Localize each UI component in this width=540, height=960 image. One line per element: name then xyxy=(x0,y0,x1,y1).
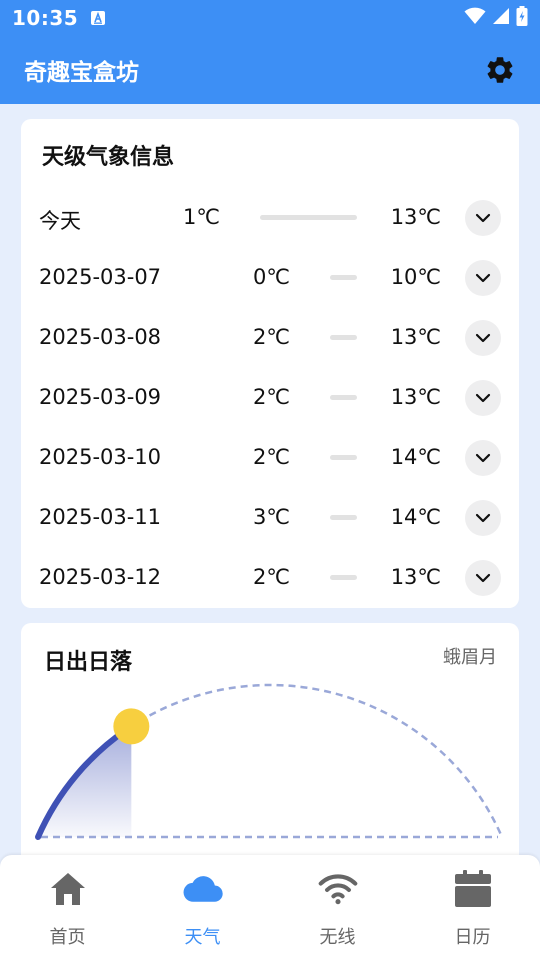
nav-item-home[interactable]: 首页 xyxy=(0,855,135,960)
forecast-date: 2025-03-10 xyxy=(39,445,162,469)
gear-icon xyxy=(487,57,513,83)
temperature-range-bar xyxy=(330,275,357,280)
status-time: 10:35 xyxy=(12,6,79,30)
forecast-date: 2025-03-12 xyxy=(39,565,162,589)
expand-button[interactable] xyxy=(465,200,501,236)
forecast-date: 今天 xyxy=(39,209,81,233)
app-bar: 奇趣宝盒坊 xyxy=(0,36,540,104)
forecast-title: 天级气象信息 xyxy=(42,145,175,170)
nav-label: 天气 xyxy=(184,927,221,948)
forecast-row-today[interactable]: 今天 1℃ 13℃ xyxy=(21,188,519,248)
chevron-down-icon xyxy=(475,333,491,343)
expand-button[interactable] xyxy=(465,440,501,476)
forecast-low: 2℃ xyxy=(253,565,290,589)
forecast-date: 2025-03-07 xyxy=(39,265,162,289)
chevron-down-icon xyxy=(475,273,491,283)
temperature-range-bar xyxy=(330,515,357,520)
forecast-card: 天级气象信息 今天 1℃ 13℃ 2025-03-07 0℃ 10℃ 2025-… xyxy=(21,119,519,608)
nav-label: 无线 xyxy=(319,927,356,948)
calendar-icon xyxy=(453,869,493,909)
sunrise-sunset-card: 日出日落 蛾眉月 xyxy=(21,623,519,883)
expand-button[interactable] xyxy=(465,380,501,416)
sun-elapsed-area xyxy=(38,726,132,837)
forecast-row[interactable]: 2025-03-07 0℃ 10℃ xyxy=(21,248,519,308)
forecast-high: 13℃ xyxy=(390,205,441,229)
forecast-row[interactable]: 2025-03-09 2℃ 13℃ xyxy=(21,368,519,428)
nav-item-wireless[interactable]: 无线 xyxy=(270,855,405,960)
forecast-high: 13℃ xyxy=(390,385,441,409)
app-title: 奇趣宝盒坊 xyxy=(24,60,139,86)
temperature-range-bar xyxy=(260,215,357,220)
forecast-low: 3℃ xyxy=(253,505,290,529)
forecast-low: 1℃ xyxy=(183,205,220,229)
forecast-low: 2℃ xyxy=(253,385,290,409)
forecast-date: 2025-03-09 xyxy=(39,385,162,409)
forecast-row[interactable]: 2025-03-11 3℃ 14℃ xyxy=(21,488,519,548)
forecast-high: 14℃ xyxy=(390,505,441,529)
forecast-row[interactable]: 2025-03-08 2℃ 13℃ xyxy=(21,308,519,368)
nav-item-calendar[interactable]: 日历 xyxy=(405,855,540,960)
sun-arc-diagram xyxy=(35,683,504,840)
chevron-down-icon xyxy=(475,213,491,223)
chevron-down-icon xyxy=(475,513,491,523)
chevron-down-icon xyxy=(475,453,491,463)
cloud-icon xyxy=(183,869,223,909)
wifi-icon xyxy=(318,869,358,909)
forecast-row[interactable]: 2025-03-12 2℃ 13℃ xyxy=(21,548,519,608)
chevron-down-icon xyxy=(475,573,491,583)
sun-icon xyxy=(113,708,150,745)
temperature-range-bar xyxy=(330,395,357,400)
forecast-low: 2℃ xyxy=(253,445,290,469)
temperature-range-bar xyxy=(330,335,357,340)
nav-label: 日历 xyxy=(454,927,491,948)
forecast-high: 10℃ xyxy=(390,265,441,289)
expand-button[interactable] xyxy=(465,500,501,536)
nav-item-weather[interactable]: 天气 xyxy=(135,855,270,960)
signal-icon xyxy=(492,7,510,29)
forecast-high: 13℃ xyxy=(390,325,441,349)
expand-button[interactable] xyxy=(465,260,501,296)
forecast-date: 2025-03-11 xyxy=(39,505,162,529)
forecast-low: 2℃ xyxy=(253,325,290,349)
forecast-row[interactable]: 2025-03-10 2℃ 14℃ xyxy=(21,428,519,488)
temperature-range-bar xyxy=(330,575,357,580)
app-notification-icon xyxy=(90,10,106,26)
nav-label: 首页 xyxy=(49,927,86,948)
forecast-date: 2025-03-08 xyxy=(39,325,162,349)
forecast-high: 13℃ xyxy=(390,565,441,589)
temperature-range-bar xyxy=(330,455,357,460)
forecast-high: 14℃ xyxy=(390,445,441,469)
home-icon xyxy=(48,869,88,909)
expand-button[interactable] xyxy=(465,320,501,356)
battery-charging-icon xyxy=(516,6,528,30)
settings-button[interactable] xyxy=(482,52,518,88)
expand-button[interactable] xyxy=(465,560,501,596)
wifi-status-icon xyxy=(464,7,486,29)
forecast-low: 0℃ xyxy=(253,265,290,289)
chevron-down-icon xyxy=(475,393,491,403)
bottom-navigation: 首页 天气 无线 日历 xyxy=(0,855,540,960)
status-bar: 10:35 xyxy=(0,0,540,36)
